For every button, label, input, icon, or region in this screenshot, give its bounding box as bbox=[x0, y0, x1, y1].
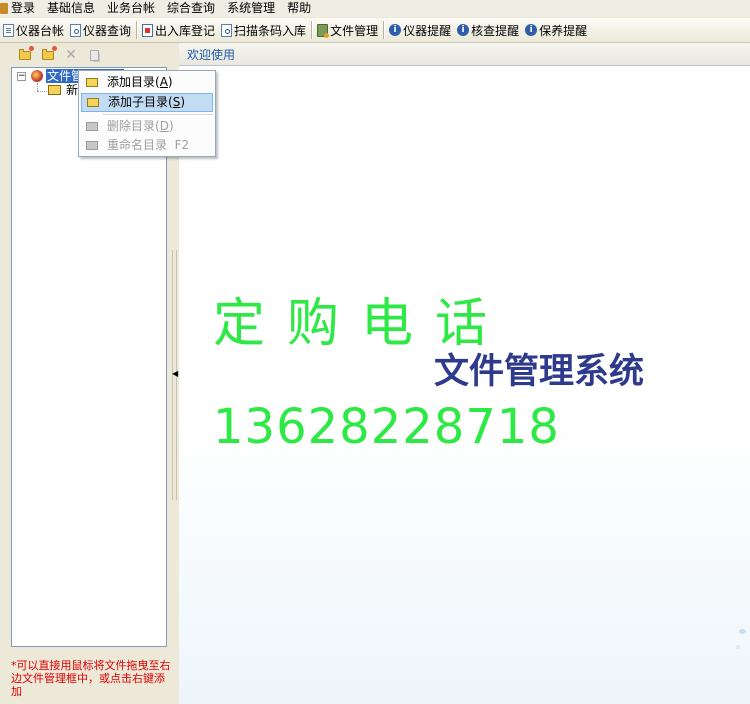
menu-item-shortcut: F2 bbox=[174, 138, 190, 152]
info-icon: i bbox=[457, 24, 470, 36]
collapse-arrow-icon[interactable]: ◀ bbox=[172, 369, 178, 379]
new-badge-icon bbox=[52, 46, 57, 51]
new-folder-button[interactable] bbox=[16, 46, 34, 64]
copy-icon bbox=[89, 49, 99, 61]
folder-icon bbox=[48, 85, 61, 95]
stock-register-label: 出入库登记 bbox=[155, 23, 216, 38]
delete-folder-icon bbox=[86, 122, 98, 131]
barcode-scan-label: 扫描条码入库 bbox=[234, 23, 307, 38]
instrument-reminder-button[interactable]: i 仪器提醒 bbox=[386, 20, 454, 40]
context-menu: 添加目录(A) 添加子目录(S) 删除目录(D) 重命名目录 F2 bbox=[78, 70, 216, 157]
folder-icon bbox=[86, 78, 98, 87]
promo-title: 定购电话 bbox=[213, 294, 510, 354]
menu-login-label: 登录 bbox=[11, 1, 36, 15]
directory-toolbar: ✕ bbox=[0, 43, 171, 67]
file-manager-label: 文件管理 bbox=[330, 23, 379, 38]
file-manager-icon bbox=[317, 23, 330, 38]
check-reminder-label: 核查提醒 bbox=[471, 23, 520, 38]
check-reminder-button[interactable]: i 核查提醒 bbox=[454, 20, 522, 40]
delete-button[interactable]: ✕ bbox=[62, 46, 80, 64]
login-icon bbox=[0, 3, 8, 14]
tree-collapse-toggle[interactable]: − bbox=[17, 72, 26, 81]
menu-general-query[interactable]: 综合查询 bbox=[161, 0, 221, 17]
info-icon: i bbox=[389, 24, 402, 36]
toolbar-separator bbox=[311, 21, 313, 39]
instrument-reminder-label: 仪器提醒 bbox=[403, 23, 452, 38]
maintenance-reminder-label: 保养提醒 bbox=[539, 23, 588, 38]
rename-folder-icon bbox=[86, 141, 98, 150]
welcome-content: 定购电话 文件管理系统 13628228718 bbox=[179, 66, 750, 704]
toolbar-separator bbox=[136, 21, 138, 39]
tree-connector bbox=[37, 83, 38, 91]
stock-register-icon bbox=[142, 23, 154, 37]
instrument-query-button[interactable]: 仪器查询 bbox=[67, 20, 134, 40]
instrument-ledger-label: 仪器台帐 bbox=[16, 23, 65, 38]
new-subfolder-button[interactable] bbox=[39, 46, 57, 64]
tab-welcome[interactable]: 欢迎使用 bbox=[187, 46, 235, 63]
phone-number: 13628228718 bbox=[213, 399, 560, 455]
tree-connector bbox=[37, 91, 47, 92]
menu-add-directory[interactable]: 添加目录(A) bbox=[81, 73, 213, 92]
search-doc-icon bbox=[70, 23, 82, 37]
menu-bar: 登录 基础信息 业务台帐 综合查询 系统管理 帮助 bbox=[0, 0, 750, 17]
menu-item-shortcut: D bbox=[159, 119, 169, 133]
drag-hint-text: *可以直接用鼠标将文件拖曳至右边文件管理框中，或点击右键添加 bbox=[11, 659, 171, 698]
instrument-ledger-button[interactable]: 仪器台帐 bbox=[0, 20, 67, 40]
menu-item-label: 重命名目录 bbox=[107, 138, 168, 152]
app-title: 文件管理系统 bbox=[434, 351, 645, 392]
barcode-scan-icon bbox=[221, 23, 233, 37]
new-subfolder-icon bbox=[42, 48, 54, 60]
menu-separator bbox=[103, 114, 213, 116]
file-manager-button[interactable]: 文件管理 bbox=[314, 20, 381, 40]
toolbar-separator bbox=[383, 21, 385, 39]
menu-business-ledger[interactable]: 业务台帐 bbox=[101, 0, 161, 17]
decoration bbox=[739, 629, 746, 634]
menu-item-label: 添加目录 bbox=[107, 75, 156, 89]
menu-system-management[interactable]: 系统管理 bbox=[221, 0, 281, 17]
menu-basic-info[interactable]: 基础信息 bbox=[41, 0, 101, 17]
ledger-icon bbox=[3, 23, 14, 37]
stock-register-button[interactable]: 出入库登记 bbox=[139, 20, 218, 40]
folder-icon bbox=[87, 98, 99, 107]
barcode-scan-button[interactable]: 扫描条码入库 bbox=[218, 20, 309, 40]
root-directory-icon bbox=[31, 70, 43, 82]
new-folder-icon bbox=[19, 48, 31, 60]
maintenance-reminder-button[interactable]: i 保养提醒 bbox=[522, 20, 590, 40]
menu-rename-directory[interactable]: 重命名目录 F2 bbox=[81, 136, 213, 155]
menu-login[interactable]: 登录 bbox=[0, 0, 41, 17]
new-badge-icon bbox=[29, 46, 34, 51]
menu-item-shortcut: A bbox=[159, 75, 168, 89]
menu-delete-directory[interactable]: 删除目录(D) bbox=[81, 117, 213, 136]
tab-bar: 欢迎使用 bbox=[179, 43, 750, 66]
main-toolbar: 仪器台帐 仪器查询 出入库登记 扫描条码入库 文件管理 i 仪器提醒 i 核查提… bbox=[0, 18, 750, 43]
menu-item-shortcut: S bbox=[172, 95, 181, 109]
menu-item-label: 删除目录 bbox=[107, 119, 156, 133]
decoration bbox=[736, 645, 740, 649]
instrument-query-label: 仪器查询 bbox=[83, 23, 132, 38]
menu-help[interactable]: 帮助 bbox=[281, 0, 317, 17]
menu-add-subdirectory[interactable]: 添加子目录(S) bbox=[81, 93, 213, 112]
delete-icon: ✕ bbox=[65, 47, 77, 63]
main-area: 欢迎使用 定购电话 文件管理系统 13628228718 bbox=[179, 43, 750, 704]
menu-item-label: 添加子目录 bbox=[108, 95, 169, 109]
info-icon: i bbox=[525, 24, 538, 36]
copy-button[interactable] bbox=[85, 46, 103, 64]
